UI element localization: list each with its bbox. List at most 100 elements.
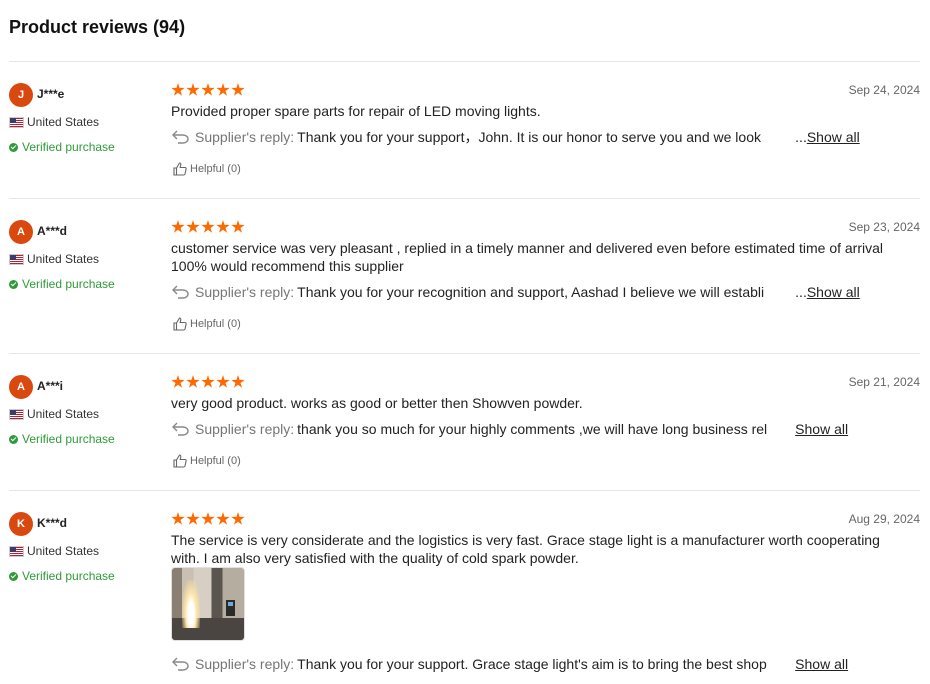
star-icon — [186, 220, 200, 233]
supplier-reply: Supplier's reply: Thank you for your sup… — [171, 655, 871, 673]
review-date: Sep 24, 2024 — [848, 83, 920, 97]
review-date: Sep 23, 2024 — [848, 220, 920, 234]
reviewer-name: A***i — [37, 379, 64, 393]
review-text: The service is very considerate and the … — [171, 532, 880, 566]
reviewer-country: United States — [9, 407, 99, 421]
thumbs-up-icon — [173, 317, 187, 331]
review-text: Provided proper spare parts for repair o… — [171, 103, 541, 119]
star-rating — [171, 83, 245, 97]
star-icon — [171, 83, 185, 96]
review-date: Sep 21, 2024 — [848, 375, 920, 389]
star-rating — [171, 220, 245, 234]
review-text: customer service was very pleasant , rep… — [171, 240, 883, 274]
helpful-label: Helpful (0) — [190, 455, 241, 467]
supplier-reply-label: Supplier's reply: — [195, 129, 295, 145]
photo-screen — [228, 602, 233, 606]
show-all-link[interactable]: Show all — [807, 128, 860, 146]
avatar: A — [9, 375, 33, 399]
star-rating — [171, 512, 245, 526]
review-text: very good product. works as good or bett… — [171, 395, 583, 411]
verified-label: Verified purchase — [22, 277, 115, 291]
verified-badge: Verified purchase — [9, 140, 115, 154]
thumbs-up-icon — [173, 162, 187, 176]
reviewer-name: K***d — [37, 516, 68, 530]
star-icon — [186, 83, 200, 96]
reviewer-name: J***e — [37, 87, 65, 101]
verified-check-icon — [9, 279, 18, 289]
verified-check-icon — [9, 571, 18, 581]
photo-spark — [182, 580, 200, 628]
us-flag-icon — [9, 408, 24, 420]
star-icon — [171, 512, 185, 525]
supplier-reply: Supplier's reply: thank you so much for … — [171, 420, 871, 438]
country-label: United States — [27, 252, 100, 266]
verified-label: Verified purchase — [22, 569, 115, 583]
star-icon — [201, 83, 215, 96]
country-label: United States — [27, 115, 100, 129]
helpful-button[interactable]: Helpful (0) — [173, 454, 241, 468]
show-all-link[interactable]: Show all — [795, 655, 848, 673]
supplier-reply-text: Thank you for your recognition and suppo… — [297, 284, 765, 300]
reply-ellipsis: ... — [795, 284, 807, 300]
star-icon — [216, 220, 230, 233]
star-icon — [231, 220, 245, 233]
country-label: United States — [27, 407, 100, 421]
supplier-reply: Supplier's reply: Thank you for your sup… — [171, 128, 871, 146]
supplier-reply-label: Supplier's reply: — [195, 421, 295, 437]
reviewer-country: United States — [9, 115, 99, 129]
star-icon — [216, 83, 230, 96]
helpful-label: Helpful (0) — [190, 163, 241, 175]
star-icon — [201, 375, 215, 388]
us-flag-icon — [9, 116, 24, 128]
reply-ellipsis: ... — [795, 129, 807, 145]
verified-check-icon — [9, 434, 18, 444]
reviewer-name: A***d — [37, 224, 68, 238]
helpful-label: Helpful (0) — [190, 318, 241, 330]
us-flag-icon — [9, 545, 24, 557]
star-icon — [201, 512, 215, 525]
star-rating — [171, 375, 245, 389]
star-icon — [231, 512, 245, 525]
avatar: J — [9, 83, 33, 107]
show-all-link[interactable]: Show all — [807, 283, 860, 301]
country-label: United States — [27, 544, 100, 558]
review-date: Aug 29, 2024 — [848, 512, 920, 526]
star-icon — [201, 220, 215, 233]
star-icon — [171, 220, 185, 233]
review-item: A A***i United States Verified purchase … — [0, 354, 930, 490]
reply-icon — [172, 657, 189, 671]
star-icon — [186, 375, 200, 388]
avatar: K — [9, 512, 33, 536]
us-flag-icon — [9, 253, 24, 265]
verified-badge: Verified purchase — [9, 432, 115, 446]
star-icon — [216, 512, 230, 525]
supplier-reply-label: Supplier's reply: — [195, 656, 295, 672]
avatar: A — [9, 220, 33, 244]
review-item: A A***d United States Verified purchase … — [0, 199, 930, 353]
verified-check-icon — [9, 142, 18, 152]
verified-badge: Verified purchase — [9, 277, 115, 291]
reply-icon — [172, 422, 189, 436]
page-title: Product reviews (94) — [9, 17, 186, 37]
verified-label: Verified purchase — [22, 432, 115, 446]
reviewer-country: United States — [9, 544, 99, 558]
star-icon — [231, 83, 245, 96]
reviews-page: Product reviews (94) J J***e United Stat… — [0, 0, 930, 684]
star-icon — [231, 375, 245, 388]
helpful-button[interactable]: Helpful (0) — [173, 317, 241, 331]
star-icon — [171, 375, 185, 388]
review-item: K K***d United States Verified purchase … — [0, 491, 930, 684]
show-all-link[interactable]: Show all — [795, 420, 848, 438]
reply-icon — [172, 285, 189, 299]
supplier-reply-text: thank you so much for your highly commen… — [297, 421, 768, 437]
supplier-reply: Supplier's reply: Thank you for your rec… — [171, 283, 871, 301]
verified-label: Verified purchase — [22, 140, 115, 154]
helpful-button[interactable]: Helpful (0) — [173, 162, 241, 176]
review-item: J J***e United States Verified purchase … — [0, 62, 930, 198]
review-photo-thumbnail[interactable] — [171, 567, 245, 641]
reviewer-country: United States — [9, 252, 99, 266]
star-icon — [186, 512, 200, 525]
star-icon — [216, 375, 230, 388]
supplier-reply-text: Thank you for your support. Grace stage … — [297, 656, 767, 672]
verified-badge: Verified purchase — [9, 569, 115, 583]
